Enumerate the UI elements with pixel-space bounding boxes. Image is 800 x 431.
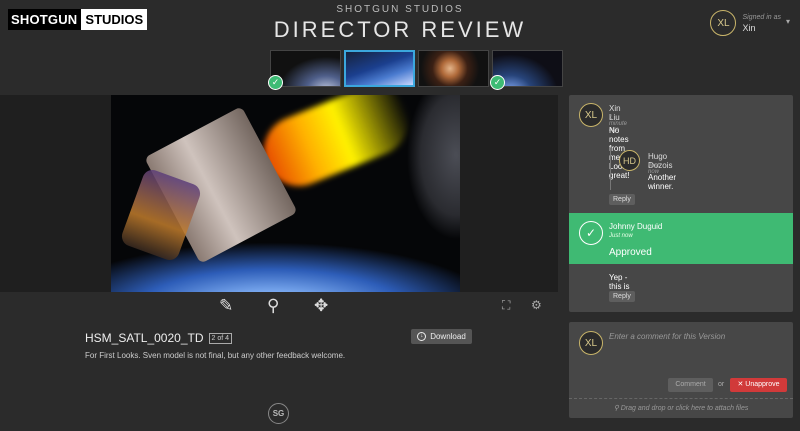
avatar: XL — [579, 331, 603, 355]
move-icon[interactable]: ✥ — [314, 296, 328, 316]
chevron-down-icon[interactable]: ▾ — [786, 17, 790, 26]
reply-thread-line — [610, 148, 611, 190]
user-menu[interactable]: XL Signed in as Xin ▾ — [710, 10, 790, 36]
media-viewer[interactable] — [0, 95, 558, 292]
comment-button[interactable]: Comment — [668, 378, 713, 392]
or-label: or — [718, 381, 725, 388]
avatar: XL — [579, 103, 603, 127]
close-icon: ✕ — [737, 381, 744, 388]
user-info[interactable]: Signed in as Xin — [742, 12, 781, 34]
avatar: HD — [619, 150, 640, 171]
version-strip: ✓ ✓ — [268, 50, 566, 90]
version-thumbnail-3[interactable] — [418, 50, 489, 87]
user-avatar[interactable]: XL — [710, 10, 737, 36]
version-description: For First Looks. Sven model is not final… — [85, 351, 346, 360]
version-thumbnail-4[interactable]: ✓ — [490, 50, 563, 90]
approval-status: Approved — [609, 247, 652, 258]
approved-check-icon: ✓ — [579, 221, 603, 245]
pen-icon[interactable]: ✎ — [219, 296, 233, 316]
page-title: DIRECTOR REVIEW — [273, 17, 527, 42]
version-title: HSM_SATL_0020_TD 2 of 4 — [85, 331, 233, 345]
download-label: Download — [430, 332, 466, 341]
approver-name: Johnny Duguid — [609, 222, 663, 231]
download-icon: ↓ — [417, 332, 427, 341]
attach-label: Drag and drop or click here to attach fi… — [620, 405, 749, 412]
approval-time: Just now — [609, 233, 633, 239]
comment-input[interactable]: Enter a comment for this Version — [609, 332, 725, 341]
unapprove-button[interactable]: ✕ Unapprove — [730, 378, 787, 392]
signed-in-label: Signed in as — [742, 14, 781, 21]
version-position-badge: 2 of 4 — [208, 332, 233, 344]
user-name: Xin — [742, 23, 756, 33]
unapprove-label: Unapprove — [745, 381, 780, 388]
attach-dropzone[interactable]: ⚲ Drag and drop or click here to attach … — [569, 398, 793, 418]
approved-check-icon: ✓ — [268, 75, 283, 90]
approved-check-icon: ✓ — [490, 75, 505, 90]
media-frame[interactable] — [111, 95, 460, 292]
download-button[interactable]: ↓ Download — [411, 329, 472, 344]
reply-button[interactable]: Reply — [609, 194, 635, 205]
version-thumbnail-2[interactable] — [344, 50, 415, 87]
reply-button[interactable]: Reply — [609, 291, 635, 302]
gear-icon[interactable]: ⚙ — [531, 298, 542, 312]
approval-banner: ✓ Johnny Duguid Just now Approved — [569, 213, 793, 264]
version-name: HSM_SATL_0020_TD — [85, 331, 204, 345]
comment-entry: XL Enter a comment for this Version Comm… — [569, 322, 793, 418]
paperclip-icon: ⚲ — [613, 405, 619, 412]
studio-name: SHOTGUN STUDIOS — [336, 4, 464, 15]
comments-panel: XL Xin Liu 1 minute ago No notes from me… — [569, 95, 793, 312]
footer-logo: SG — [268, 403, 289, 424]
zoom-icon[interactable]: ⚲ — [267, 296, 279, 316]
comment-text: Another winner. — [648, 173, 677, 191]
version-thumbnail-1[interactable]: ✓ — [268, 50, 341, 90]
fullscreen-icon[interactable]: ⛶ — [502, 298, 510, 313]
